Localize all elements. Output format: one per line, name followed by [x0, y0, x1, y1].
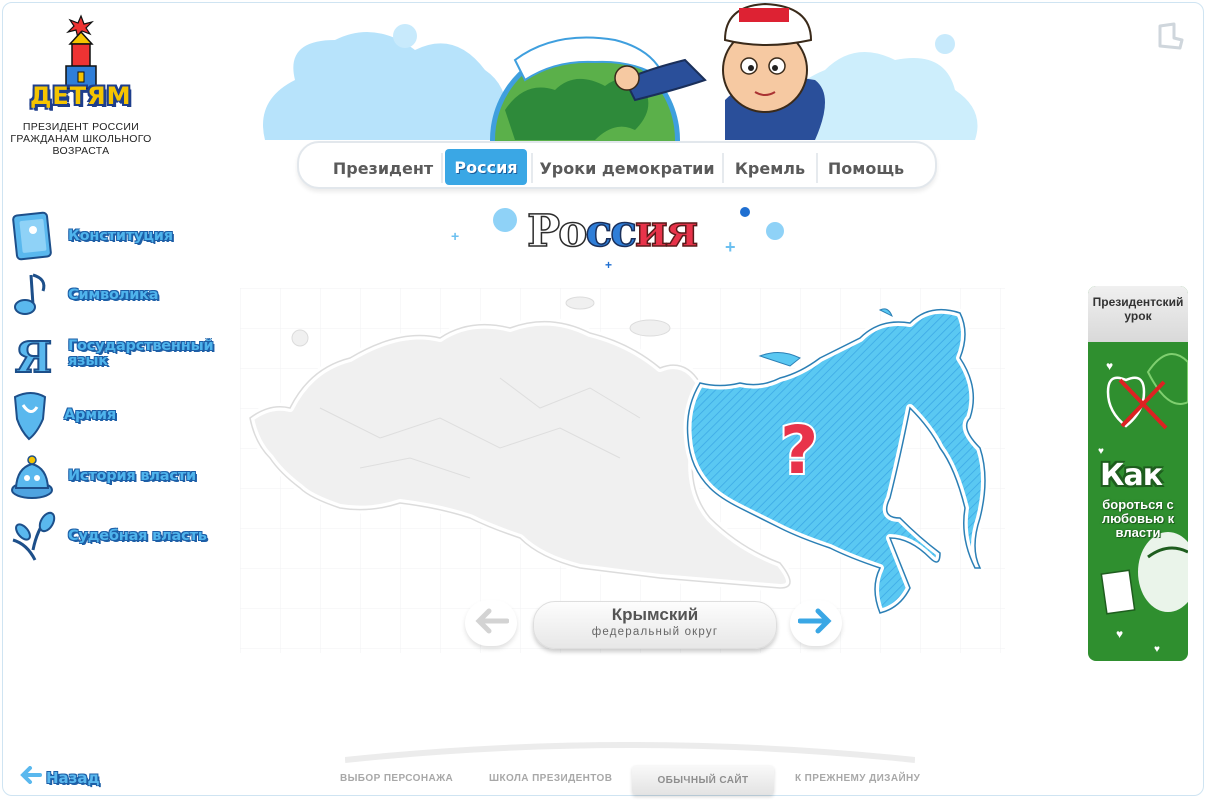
constitution-book-icon: [6, 210, 58, 262]
footer-divider: [345, 742, 915, 763]
tab-help[interactable]: Помощь: [821, 151, 911, 185]
banner-headline: Как: [1100, 458, 1163, 493]
tab-president[interactable]: Президент: [327, 151, 439, 185]
nav-divider: [531, 153, 533, 183]
tagline: ПРЕЗИДЕНТ РОССИИ ГРАЖДАНАМ ШКОЛЬНОГО ВОЗ…: [10, 121, 152, 157]
svg-text:♥: ♥: [1116, 627, 1123, 641]
footer-link-old-design[interactable]: К ПРЕЖНЕМУ ДИЗАЙНУ: [795, 773, 920, 784]
svg-text:♥: ♥: [1154, 644, 1160, 655]
footer-link-school[interactable]: ШКОЛА ПРЕЗИДЕНТОВ: [489, 773, 612, 784]
sidebar-item-language[interactable]: Я Государственный язык: [6, 328, 218, 380]
banner-title: Президентский урок: [1092, 295, 1184, 323]
footer-link-character[interactable]: ВЫБОР ПЕРСОНАЖА: [340, 773, 453, 784]
page-title-text: Россия: [526, 206, 699, 258]
top-navigation: Президент Россия Уроки демократии Кремль…: [297, 141, 937, 189]
sidebar-item-judiciary[interactable]: Судебная власть: [6, 510, 207, 562]
army-shield-icon: [6, 389, 54, 441]
music-note-icon: [6, 269, 58, 321]
svg-text:+: +: [605, 258, 612, 272]
arrow-left-icon: [20, 766, 42, 789]
district-name: Крымский: [611, 605, 699, 624]
page-title: + + + Россия: [445, 195, 795, 285]
back-label: Назад: [46, 768, 100, 787]
header-illustration: [255, 0, 995, 235]
nav-divider: [722, 153, 724, 183]
district-subtitle: федеральный округ: [591, 626, 719, 638]
footer-link-regular-site[interactable]: ОБЫЧНЫЙ САЙТ: [632, 765, 774, 795]
sidebar-item-label: Судебная власть: [68, 527, 207, 544]
svg-text:+: +: [725, 237, 736, 257]
pinwheel-icon[interactable]: [1154, 20, 1188, 52]
svg-text:+: +: [451, 228, 459, 244]
sidebar-item-label: Армия: [64, 406, 116, 423]
sidebar-item-label: Государственный язык: [68, 338, 214, 369]
russia-map[interactable]: ?: [240, 288, 1005, 653]
prev-district-button[interactable]: [465, 600, 517, 646]
next-district-button[interactable]: [790, 600, 842, 646]
district-selector: Крымский федеральный округ: [533, 601, 777, 649]
nav-divider: [816, 153, 818, 183]
sidebar-item-label: Символика: [68, 286, 159, 303]
svg-text:Я: Я: [15, 333, 52, 380]
tab-democracy-lessons[interactable]: Уроки демократии: [535, 151, 719, 185]
svg-text:♥: ♥: [1098, 446, 1104, 457]
sidebar-item-army[interactable]: Армия: [6, 389, 116, 441]
sidebar-item-constitution[interactable]: Конституция: [6, 210, 173, 262]
tab-russia[interactable]: Россия: [445, 149, 527, 185]
sidebar-item-label: История власти: [68, 467, 196, 484]
back-button[interactable]: Назад: [20, 766, 100, 789]
tab-kremlin[interactable]: Кремль: [727, 151, 813, 185]
arrow-right-icon: [797, 608, 834, 639]
banner-subtitle: бороться с любовью к власти: [1101, 497, 1175, 540]
nav-divider: [441, 153, 443, 183]
presidential-lesson-banner[interactable]: Президентский урок ♥ ♥ ♥ ♥ Как бороться …: [1088, 286, 1188, 661]
branch-leaves-icon: [6, 510, 58, 562]
logo-text: ДЕТЯМ: [30, 82, 132, 110]
letter-ya-icon: Я: [6, 328, 58, 380]
sidebar-item-history[interactable]: История власти: [6, 450, 196, 502]
svg-text:♥: ♥: [1106, 359, 1113, 373]
sidebar-item-symbols[interactable]: Символика: [6, 269, 159, 321]
crown-hat-icon: [6, 450, 58, 502]
question-mark-icon: ?: [780, 412, 818, 489]
arrow-left-icon: [473, 608, 510, 639]
sidebar-item-label: Конституция: [68, 227, 173, 244]
